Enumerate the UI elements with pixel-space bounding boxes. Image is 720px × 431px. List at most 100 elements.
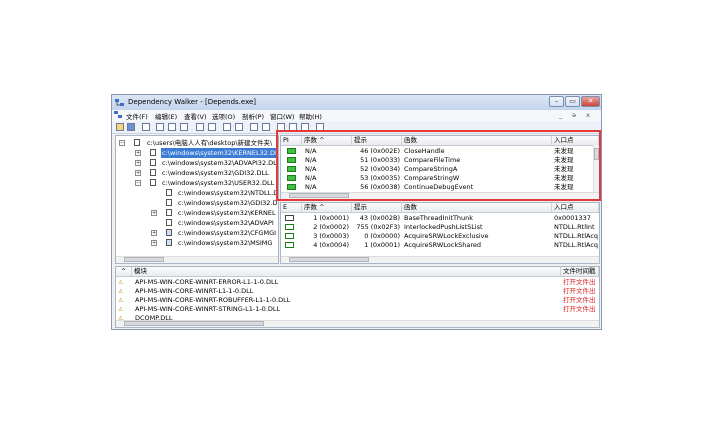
system-info-icon[interactable] xyxy=(235,123,243,131)
tree-item-label: c:\windows\system32\CFGMGI xyxy=(178,229,277,237)
auto-expand-icon[interactable] xyxy=(208,123,216,131)
open-icon[interactable] xyxy=(116,123,124,131)
export-function: BaseThreadInitThunk xyxy=(404,214,474,222)
export-row[interactable]: 1 (0x0001) 43 (0x002B) BaseThreadInitThunk… xyxy=(281,214,599,223)
export-function: AcquireSRWLockShared xyxy=(404,241,481,249)
export-function: AcquireSRWLockExclusive xyxy=(404,232,489,240)
col-module[interactable]: 模块 xyxy=(132,267,561,276)
module-list-header: ^ 模块 文件时间戳 xyxy=(116,267,599,277)
find-icon[interactable] xyxy=(142,123,150,131)
mdi-restore-button[interactable]: ə xyxy=(572,111,576,119)
menu-help[interactable]: 帮助(H) xyxy=(299,111,322,121)
menu-edit[interactable]: 编辑(E) xyxy=(155,111,177,121)
save-icon[interactable] xyxy=(127,123,135,131)
col-hint[interactable]: 提示 xyxy=(352,203,402,212)
export-entry-point: NTDLL.RtlAcq xyxy=(554,232,599,240)
copy-icon[interactable] xyxy=(156,123,164,131)
export-function-icon xyxy=(285,215,294,221)
col-function[interactable]: 函数 xyxy=(402,203,552,212)
export-ordinal: 3 (0x0003) xyxy=(313,232,349,240)
scroll-thumb[interactable] xyxy=(289,257,369,262)
tree-item-label: c:\windows\system32\KERNEL xyxy=(178,209,276,217)
module-horizontal-scrollbar[interactable] xyxy=(116,320,599,327)
export-entry-point: NTDLL.RtlInt xyxy=(554,223,595,231)
col-entry-point[interactable]: 入口点 xyxy=(552,203,599,212)
mdi-icon[interactable] xyxy=(114,111,123,119)
menu-file[interactable]: 文件(F) xyxy=(126,111,148,121)
module-status: 打开文件出 xyxy=(563,296,596,304)
missing-module-icon: ⚠ xyxy=(118,306,124,313)
module-status: 打开文件出 xyxy=(563,287,596,295)
export-entry-point: 0x0001337 xyxy=(554,214,591,222)
tree-root-label: c:\users\电脑人人有\desktop\新建文件夹\ xyxy=(147,139,273,147)
exports-header: E 序数 ^ 提示 函数 入口点 xyxy=(281,203,599,213)
export-ordinal: 1 (0x0001) xyxy=(313,214,349,222)
col-e[interactable]: E xyxy=(281,203,302,212)
mdi-close-button[interactable]: x xyxy=(586,111,590,119)
c-plus-icon[interactable] xyxy=(168,123,176,131)
module-name: API-MS-WIN-CORE-WINRT-ERROR-L1-1-0.DLL xyxy=(135,278,279,286)
module-name: API-MS-WIN-CORE-WINRT-STRING-L1-1-0.DLL xyxy=(135,305,281,313)
menu-options[interactable]: 选项(O) xyxy=(212,111,235,121)
exports-pane: E 序数 ^ 提示 函数 入口点 1 (0x0001) 43 (0x002B) Ba… xyxy=(280,202,600,264)
export-function: InterlockedPushListSList xyxy=(404,223,483,231)
export-function-icon xyxy=(285,242,294,248)
matching-icon[interactable] xyxy=(250,123,258,131)
module-row[interactable]: ⚠ API-MS-WIN-CORE-WINRT-ERROR-L1-1-0.DLL 打… xyxy=(116,278,599,287)
tree-horizontal-scrollbar[interactable] xyxy=(116,256,278,263)
tree-item-label: c:\windows\system32\MSIMG xyxy=(178,239,273,247)
menu-bar: 文件(F) 编辑(E) 查看(V) 选项(O) 剖析(P) 窗口(W) 帮助(H… xyxy=(112,110,601,121)
export-row[interactable]: 3 (0x0003) 0 (0x0000) AcquireSRWLockExclus… xyxy=(281,232,599,241)
menu-window[interactable]: 窗口(W) xyxy=(270,111,295,121)
module-status: 打开文件出 xyxy=(563,305,596,313)
module-status: 打开文件出 xyxy=(563,278,596,286)
col-file-timestamp[interactable]: 文件时间戳 xyxy=(561,267,599,276)
minimize-button[interactable]: – xyxy=(549,96,564,107)
tree-item-label: c:\windows\system32\NTDLL.D xyxy=(178,189,279,197)
export-function-icon xyxy=(285,224,294,230)
export-hint: 0 (0x0000) xyxy=(364,232,400,240)
tree-item-label: c:\windows\system32\KERNEL32.DLL xyxy=(161,148,278,158)
title-bar: Dependency Walker - [Depends.exe] – ▭ ✕ xyxy=(112,95,601,110)
module-tree-pane: − c:\users\电脑人人有\desktop\新建文件夹\ + c:\win… xyxy=(115,135,279,264)
export-row[interactable]: 2 (0x0002) 755 (0x02F3) InterlockedPushLis… xyxy=(281,223,599,232)
menu-profile[interactable]: 剖析(P) xyxy=(242,111,264,121)
missing-module-icon: ⚠ xyxy=(118,297,124,304)
export-row[interactable]: 4 (0x0004) 1 (0x0001) AcquireSRWLockShared… xyxy=(281,241,599,250)
export-hint: 1 (0x0001) xyxy=(364,241,400,249)
module-row[interactable]: ⚠ API-MS-WIN-CORE-WINRT-L1-1-0.DLL 打开文件出 xyxy=(116,287,599,296)
tree-item-label: c:\windows\system32\ADVAPI32.DLL xyxy=(162,159,279,167)
export-hint: 43 (0x002B) xyxy=(359,214,400,222)
tree-item-label: c:\windows\system32\USER32.DLL xyxy=(162,179,275,187)
maximize-button[interactable]: ▭ xyxy=(565,96,580,107)
close-button[interactable]: ✕ xyxy=(581,96,600,107)
col-image-sort[interactable]: ^ xyxy=(116,267,132,276)
menu-view[interactable]: 查看(V) xyxy=(184,111,207,121)
col-ordinal[interactable]: 序数 ^ xyxy=(302,203,352,212)
missing-module-icon: ⚠ xyxy=(118,279,124,286)
scroll-thumb[interactable] xyxy=(124,257,164,262)
tree-item-label: c:\windows\system32\GDI32.D xyxy=(178,199,278,207)
tree-item-label: c:\windows\system32\GDI32.DLL xyxy=(162,169,269,177)
full-paths-icon[interactable] xyxy=(196,123,204,131)
window-title: Dependency Walker - [Depends.exe] xyxy=(128,98,257,106)
export-hint: 755 (0x02F3) xyxy=(356,223,400,231)
export-ordinal: 2 (0x0002) xyxy=(313,223,349,231)
module-row[interactable]: ⚠ API-MS-WIN-CORE-WINRT-ROBUFFER-L1-1-0.D… xyxy=(116,296,599,305)
scroll-thumb[interactable] xyxy=(124,321,264,326)
module-list-pane: ^ 模块 文件时间戳 ⚠ API-MS-WIN-CORE-WINRT-ERROR-… xyxy=(115,266,600,328)
undecorate-icon[interactable] xyxy=(180,123,188,131)
tree-item-label: c:\windows\system32\ADVAPI xyxy=(178,219,274,227)
module-name: API-MS-WIN-CORE-WINRT-ROBUFFER-L1-1-0.DL… xyxy=(135,296,291,304)
missing-module-icon: ⚠ xyxy=(118,288,124,295)
mdi-minimize-button[interactable]: _ xyxy=(559,111,562,119)
original-module-icon[interactable] xyxy=(262,123,270,131)
properties-icon[interactable] xyxy=(223,123,231,131)
export-ordinal: 4 (0x0004) xyxy=(313,241,349,249)
exports-horizontal-scrollbar[interactable] xyxy=(281,256,599,263)
app-icon xyxy=(115,99,124,106)
module-name: API-MS-WIN-CORE-WINRT-L1-1-0.DLL xyxy=(135,287,254,295)
export-entry-point: NTDLL.RtlAcq xyxy=(554,241,599,249)
module-row[interactable]: ⚠ API-MS-WIN-CORE-WINRT-STRING-L1-1-0.DLL… xyxy=(116,305,599,314)
export-function-icon xyxy=(285,233,294,239)
